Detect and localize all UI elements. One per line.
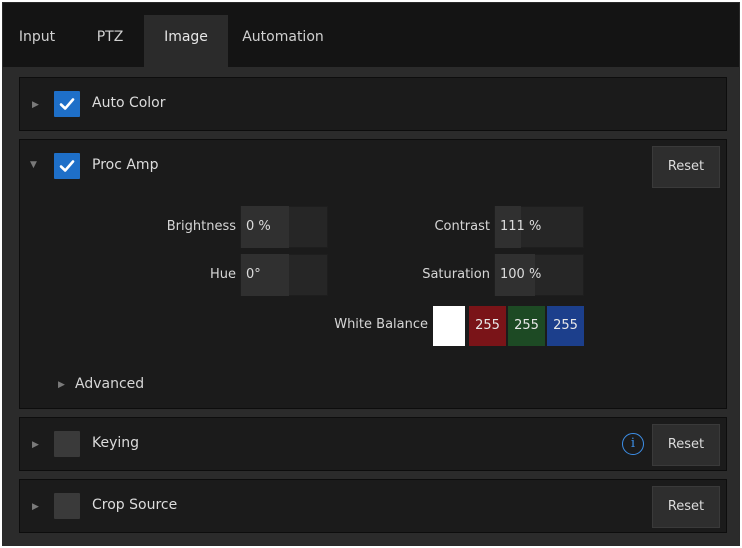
checkmark-icon bbox=[59, 160, 75, 172]
section-title: Auto Color bbox=[92, 95, 166, 111]
tab-content-image: ▶ Auto Color ▼ Proc Amp Reset Brightness… bbox=[3, 67, 739, 545]
expand-arrow-icon[interactable]: ▶ bbox=[32, 501, 44, 513]
expand-arrow-icon[interactable]: ▶ bbox=[32, 439, 44, 451]
white-balance-green[interactable]: 255 bbox=[508, 306, 545, 346]
brightness-label: Brightness bbox=[166, 219, 236, 234]
contrast-field[interactable]: 111 % bbox=[494, 206, 584, 248]
section-title: Crop Source bbox=[92, 497, 178, 513]
hue-value[interactable]: 0° bbox=[241, 254, 289, 296]
white-balance-color-swatch[interactable] bbox=[433, 306, 465, 346]
expand-arrow-icon[interactable]: ▶ bbox=[32, 99, 44, 111]
keying-checkbox[interactable] bbox=[54, 431, 80, 457]
section-keying: ▶ Keying i Reset bbox=[19, 417, 727, 471]
section-title: Keying bbox=[92, 435, 140, 451]
section-header-keying[interactable]: ▶ Keying i Reset bbox=[20, 418, 726, 472]
tab-ptz[interactable]: PTZ bbox=[83, 15, 137, 67]
tab-image[interactable]: Image bbox=[144, 15, 228, 67]
contrast-value[interactable]: 111 % bbox=[495, 206, 541, 248]
saturation-field[interactable]: 100 % bbox=[494, 254, 584, 296]
crop-source-checkbox[interactable] bbox=[54, 493, 80, 519]
crop-source-reset-button[interactable]: Reset bbox=[652, 486, 720, 528]
white-balance-red[interactable]: 255 bbox=[469, 306, 506, 346]
contrast-label: Contrast bbox=[434, 219, 490, 234]
brightness-value[interactable]: 0 % bbox=[241, 206, 289, 248]
section-header-proc-amp[interactable]: ▼ Proc Amp Reset bbox=[20, 140, 726, 194]
brightness-field[interactable]: 0 % bbox=[240, 206, 328, 248]
saturation-label: Saturation bbox=[422, 267, 490, 282]
info-icon[interactable]: i bbox=[622, 433, 644, 455]
saturation-value[interactable]: 100 % bbox=[495, 254, 541, 296]
hue-label: Hue bbox=[209, 267, 236, 282]
white-balance-label: White Balance bbox=[334, 317, 428, 332]
image-settings-window: Input PTZ Image Automation ▶ Auto Color … bbox=[2, 2, 740, 546]
hue-field[interactable]: 0° bbox=[240, 254, 328, 296]
tab-bar: Input PTZ Image Automation bbox=[3, 3, 739, 67]
white-balance-blue[interactable]: 255 bbox=[547, 306, 584, 346]
proc-amp-checkbox[interactable] bbox=[54, 153, 80, 179]
section-auto-color: ▶ Auto Color bbox=[19, 77, 727, 131]
section-header-auto-color[interactable]: ▶ Auto Color bbox=[20, 78, 726, 132]
section-crop-source: ▶ Crop Source Reset bbox=[19, 479, 727, 533]
tab-automation[interactable]: Automation bbox=[235, 15, 331, 67]
advanced-toggle[interactable]: Advanced bbox=[75, 376, 144, 392]
advanced-expand-arrow-icon[interactable]: ▶ bbox=[58, 380, 65, 390]
section-title: Proc Amp bbox=[92, 157, 159, 173]
keying-reset-button[interactable]: Reset bbox=[652, 424, 720, 466]
checkmark-icon bbox=[59, 98, 75, 110]
proc-amp-reset-button[interactable]: Reset bbox=[652, 146, 720, 188]
section-proc-amp: ▼ Proc Amp Reset Brightness 0 % Contrast… bbox=[19, 139, 727, 409]
section-header-crop-source[interactable]: ▶ Crop Source Reset bbox=[20, 480, 726, 534]
auto-color-checkbox[interactable] bbox=[54, 91, 80, 117]
collapse-arrow-icon[interactable]: ▼ bbox=[30, 159, 42, 171]
tab-input[interactable]: Input bbox=[11, 15, 63, 67]
